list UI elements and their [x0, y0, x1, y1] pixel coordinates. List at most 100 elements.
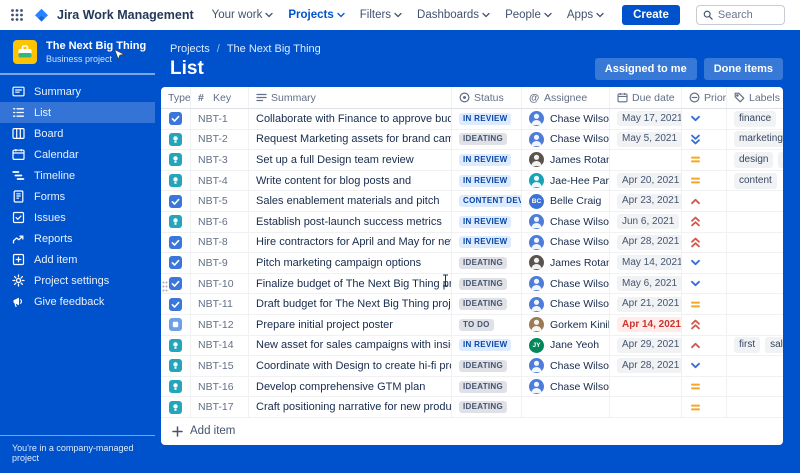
- type-cell[interactable]: [161, 191, 191, 211]
- breadcrumb-projects[interactable]: Projects: [170, 43, 210, 55]
- summary-cell[interactable]: Hire contractors for April and May for n…: [249, 232, 452, 253]
- status-cell[interactable]: IN REVIEW: [452, 232, 522, 253]
- sidebar-item-issues[interactable]: Issues: [0, 207, 155, 228]
- breadcrumb-project-name[interactable]: The Next Big Thing: [227, 43, 321, 55]
- labels-cell[interactable]: [727, 233, 783, 253]
- labels-cell[interactable]: [727, 356, 783, 376]
- done-items-button[interactable]: Done items: [703, 58, 783, 80]
- assignee-cell[interactable]: Gorkem Kinik: [522, 314, 610, 335]
- table-row[interactable]: NBT-15 Coordinate with Design to create h…: [161, 356, 783, 377]
- table-row[interactable]: NBT-9 Pitch marketing campaign options IDE…: [161, 253, 783, 274]
- type-cell[interactable]: [161, 170, 191, 191]
- column-header-summary[interactable]: Summary: [249, 87, 452, 108]
- assignee-cell[interactable]: [522, 397, 610, 417]
- type-cell[interactable]: [161, 253, 191, 273]
- search-box[interactable]: [695, 5, 785, 25]
- labels-cell[interactable]: firstsales: [727, 336, 783, 356]
- priority-cell[interactable]: [682, 211, 727, 232]
- sidebar-item-project-settings[interactable]: Project settings: [0, 270, 155, 291]
- assignee-cell[interactable]: James Rotanson: [522, 150, 610, 170]
- column-header-assignee[interactable]: @ Assignee: [522, 87, 610, 108]
- labels-cell[interactable]: [727, 212, 783, 232]
- topnav-apps[interactable]: Apps: [567, 9, 604, 21]
- type-cell[interactable]: [161, 314, 191, 335]
- assignee-cell[interactable]: Chase Wilson: [522, 232, 610, 253]
- status-cell[interactable]: IN REVIEW: [452, 170, 522, 191]
- assignee-cell[interactable]: Jae-Hee Park: [522, 170, 610, 191]
- due-date-cell[interactable]: Apr 23, 2021: [610, 191, 682, 211]
- summary-cell[interactable]: Collaborate with Finance to approve budg…: [249, 109, 452, 129]
- labels-cell[interactable]: content: [727, 171, 783, 191]
- status-cell[interactable]: CONTENT DEV...: [452, 191, 522, 211]
- topnav-dashboards[interactable]: Dashboards: [417, 9, 490, 21]
- labels-cell[interactable]: design review: [727, 150, 783, 170]
- topnav-filters[interactable]: Filters: [360, 9, 402, 21]
- assignee-cell[interactable]: Chase Wilson: [522, 129, 610, 150]
- due-date-cell[interactable]: Jun 6, 2021: [610, 211, 682, 232]
- status-cell[interactable]: IDEATING: [452, 376, 522, 397]
- labels-cell[interactable]: [727, 253, 783, 273]
- due-date-cell[interactable]: May 17, 2021: [610, 109, 682, 129]
- sidebar-item-board[interactable]: Board: [0, 123, 155, 144]
- priority-cell[interactable]: [682, 170, 727, 191]
- due-date-cell[interactable]: Apr 28, 2021: [610, 356, 682, 376]
- drag-handle-icon[interactable]: [162, 279, 168, 292]
- priority-cell[interactable]: [682, 273, 727, 294]
- labels-cell[interactable]: [727, 294, 783, 314]
- labels-cell[interactable]: [727, 397, 783, 417]
- assignee-cell[interactable]: Chase Wilson: [522, 109, 610, 129]
- column-header-key[interactable]: # Key: [191, 87, 249, 108]
- priority-cell[interactable]: [682, 253, 727, 273]
- assignee-cell[interactable]: Chase Wilson: [522, 273, 610, 294]
- column-header-priority[interactable]: Priority: [682, 87, 727, 108]
- due-date-cell[interactable]: Apr 14, 2021: [610, 314, 682, 335]
- topnav-your-work[interactable]: Your work: [212, 9, 274, 21]
- priority-cell[interactable]: [682, 314, 727, 335]
- search-input[interactable]: [717, 9, 778, 21]
- priority-cell[interactable]: [682, 356, 727, 376]
- type-cell[interactable]: [161, 397, 191, 417]
- table-row[interactable]: NBT-8 Hire contractors for April and May …: [161, 232, 783, 254]
- due-date-cell[interactable]: [610, 150, 682, 170]
- labels-cell[interactable]: finance: [727, 109, 783, 129]
- summary-cell[interactable]: Set up a full Design team review: [249, 150, 452, 170]
- summary-cell[interactable]: Pitch marketing campaign options: [249, 253, 452, 273]
- summary-cell[interactable]: Request Marketing assets for brand campa…: [249, 129, 452, 150]
- sidebar-item-timeline[interactable]: Timeline: [0, 165, 155, 186]
- project-header[interactable]: The Next Big Thing Business project: [0, 30, 155, 73]
- summary-cell[interactable]: Write content for blog posts and: [249, 170, 452, 191]
- table-row[interactable]: NBT-14 New asset for sales campaigns with…: [161, 335, 783, 357]
- column-header-labels[interactable]: Labels+: [727, 87, 783, 108]
- type-cell[interactable]: [161, 356, 191, 376]
- labels-cell[interactable]: marketing: [727, 130, 783, 150]
- status-cell[interactable]: IN REVIEW: [452, 150, 522, 170]
- due-date-cell[interactable]: Apr 20, 2021: [610, 170, 682, 191]
- priority-cell[interactable]: [682, 232, 727, 253]
- summary-cell[interactable]: Coordinate with Design to create hi-fi p…: [249, 356, 452, 376]
- table-row[interactable]: NBT-10 Finalize budget of The Next Big Th…: [161, 273, 783, 295]
- table-row[interactable]: NBT-5 Sales enablement materials and pitc…: [161, 191, 783, 212]
- priority-cell[interactable]: [682, 129, 727, 150]
- type-cell[interactable]: [161, 150, 191, 170]
- add-item-button[interactable]: Add item: [161, 418, 783, 445]
- assignee-cell[interactable]: James Rotanson: [522, 253, 610, 273]
- due-date-cell[interactable]: Apr 21, 2021: [610, 294, 682, 314]
- labels-cell[interactable]: [727, 315, 783, 335]
- assignee-cell[interactable]: BC Belle Craig: [522, 191, 610, 211]
- due-date-cell[interactable]: [610, 376, 682, 397]
- type-cell[interactable]: [161, 335, 191, 356]
- column-header-type[interactable]: Type: [161, 87, 191, 108]
- type-cell[interactable]: [161, 376, 191, 397]
- table-row[interactable]: NBT-11 Draft budget for The Next Big Thin…: [161, 294, 783, 315]
- labels-cell[interactable]: [727, 191, 783, 211]
- sidebar-item-summary[interactable]: Summary: [0, 81, 155, 102]
- summary-cell[interactable]: Sales enablement materials and pitch: [249, 191, 452, 211]
- due-date-cell[interactable]: Apr 29, 2021: [610, 335, 682, 356]
- summary-cell[interactable]: Craft positioning narrative for new prod…: [249, 397, 452, 417]
- table-row[interactable]: NBT-12 Prepare initial project poster TO D…: [161, 314, 783, 336]
- due-date-cell[interactable]: May 6, 2021: [610, 273, 682, 294]
- status-cell[interactable]: IN REVIEW: [452, 109, 522, 129]
- status-cell[interactable]: IN REVIEW: [452, 335, 522, 356]
- table-row[interactable]: NBT-16 Develop comprehensive GTM plan IDEA…: [161, 376, 783, 398]
- due-date-cell[interactable]: [610, 397, 682, 417]
